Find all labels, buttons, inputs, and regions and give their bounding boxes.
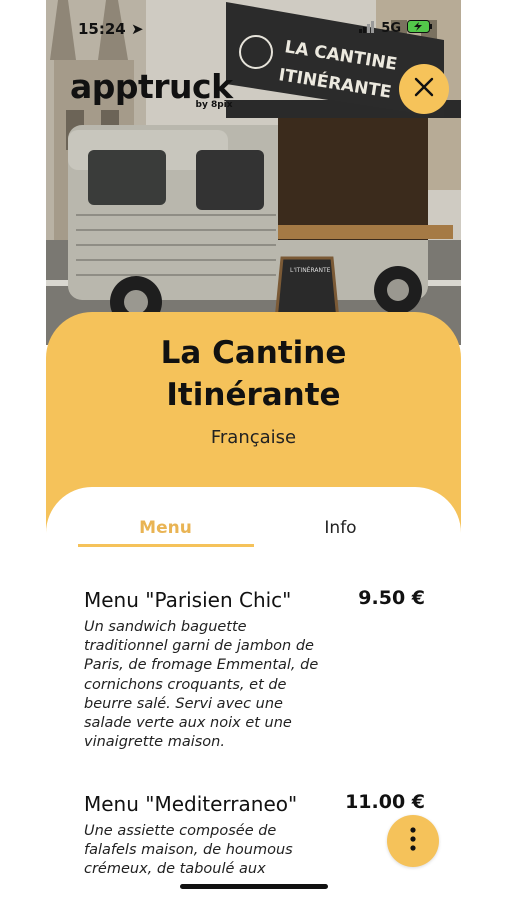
menu-item-price: 9.50 € — [358, 587, 425, 609]
brand-name: apptruck — [70, 67, 233, 106]
home-indicator[interactable] — [180, 884, 328, 889]
restaurant-title: La Cantine Itinérante — [160, 335, 347, 413]
cuisine-label: Française — [210, 427, 297, 448]
close-button[interactable] — [399, 64, 449, 114]
more-options-button[interactable] — [387, 815, 439, 867]
close-icon — [414, 77, 434, 101]
hero-image: LA CANTINE ITINÉRANTE L'ITINÉRANTE — [46, 0, 461, 345]
tab-menu[interactable]: Menu — [78, 518, 253, 538]
more-vertical-icon — [410, 827, 416, 855]
menu-item-description: Une assiette composée de falafels maison… — [84, 823, 293, 878]
menu-item[interactable]: Menu "Mediterraneo" 11.00 € Une assiette… — [84, 791, 429, 880]
menu-item[interactable]: Menu "Parisien Chic" 9.50 € Un sandwich … — [84, 587, 429, 752]
signal-icon — [359, 20, 375, 37]
location-arrow-icon: ➤ — [130, 20, 144, 38]
menu-item-name: Menu "Parisien Chic" — [84, 588, 292, 612]
brand-logo: apptruck by 8pix — [70, 67, 233, 111]
tab-active-indicator — [78, 544, 254, 547]
menu-item-price: 11.00 € — [345, 791, 425, 813]
app-screen: LA CANTINE ITINÉRANTE L'ITINÉRANTE 15:24… — [46, 0, 461, 900]
chalkboard-text: L'ITINÉRANTE — [290, 266, 331, 274]
menu-item-name: Menu "Mediterraneo" — [84, 792, 298, 816]
battery-icon — [407, 20, 433, 37]
status-time: 15:24 ➤ — [78, 20, 144, 38]
network-label: 5G — [381, 21, 401, 36]
status-bar: 15:24 ➤ 5G — [78, 20, 433, 40]
menu-item-description: Un sandwich baguette traditionnel garni … — [84, 619, 319, 751]
tab-info[interactable]: Info — [253, 518, 428, 538]
